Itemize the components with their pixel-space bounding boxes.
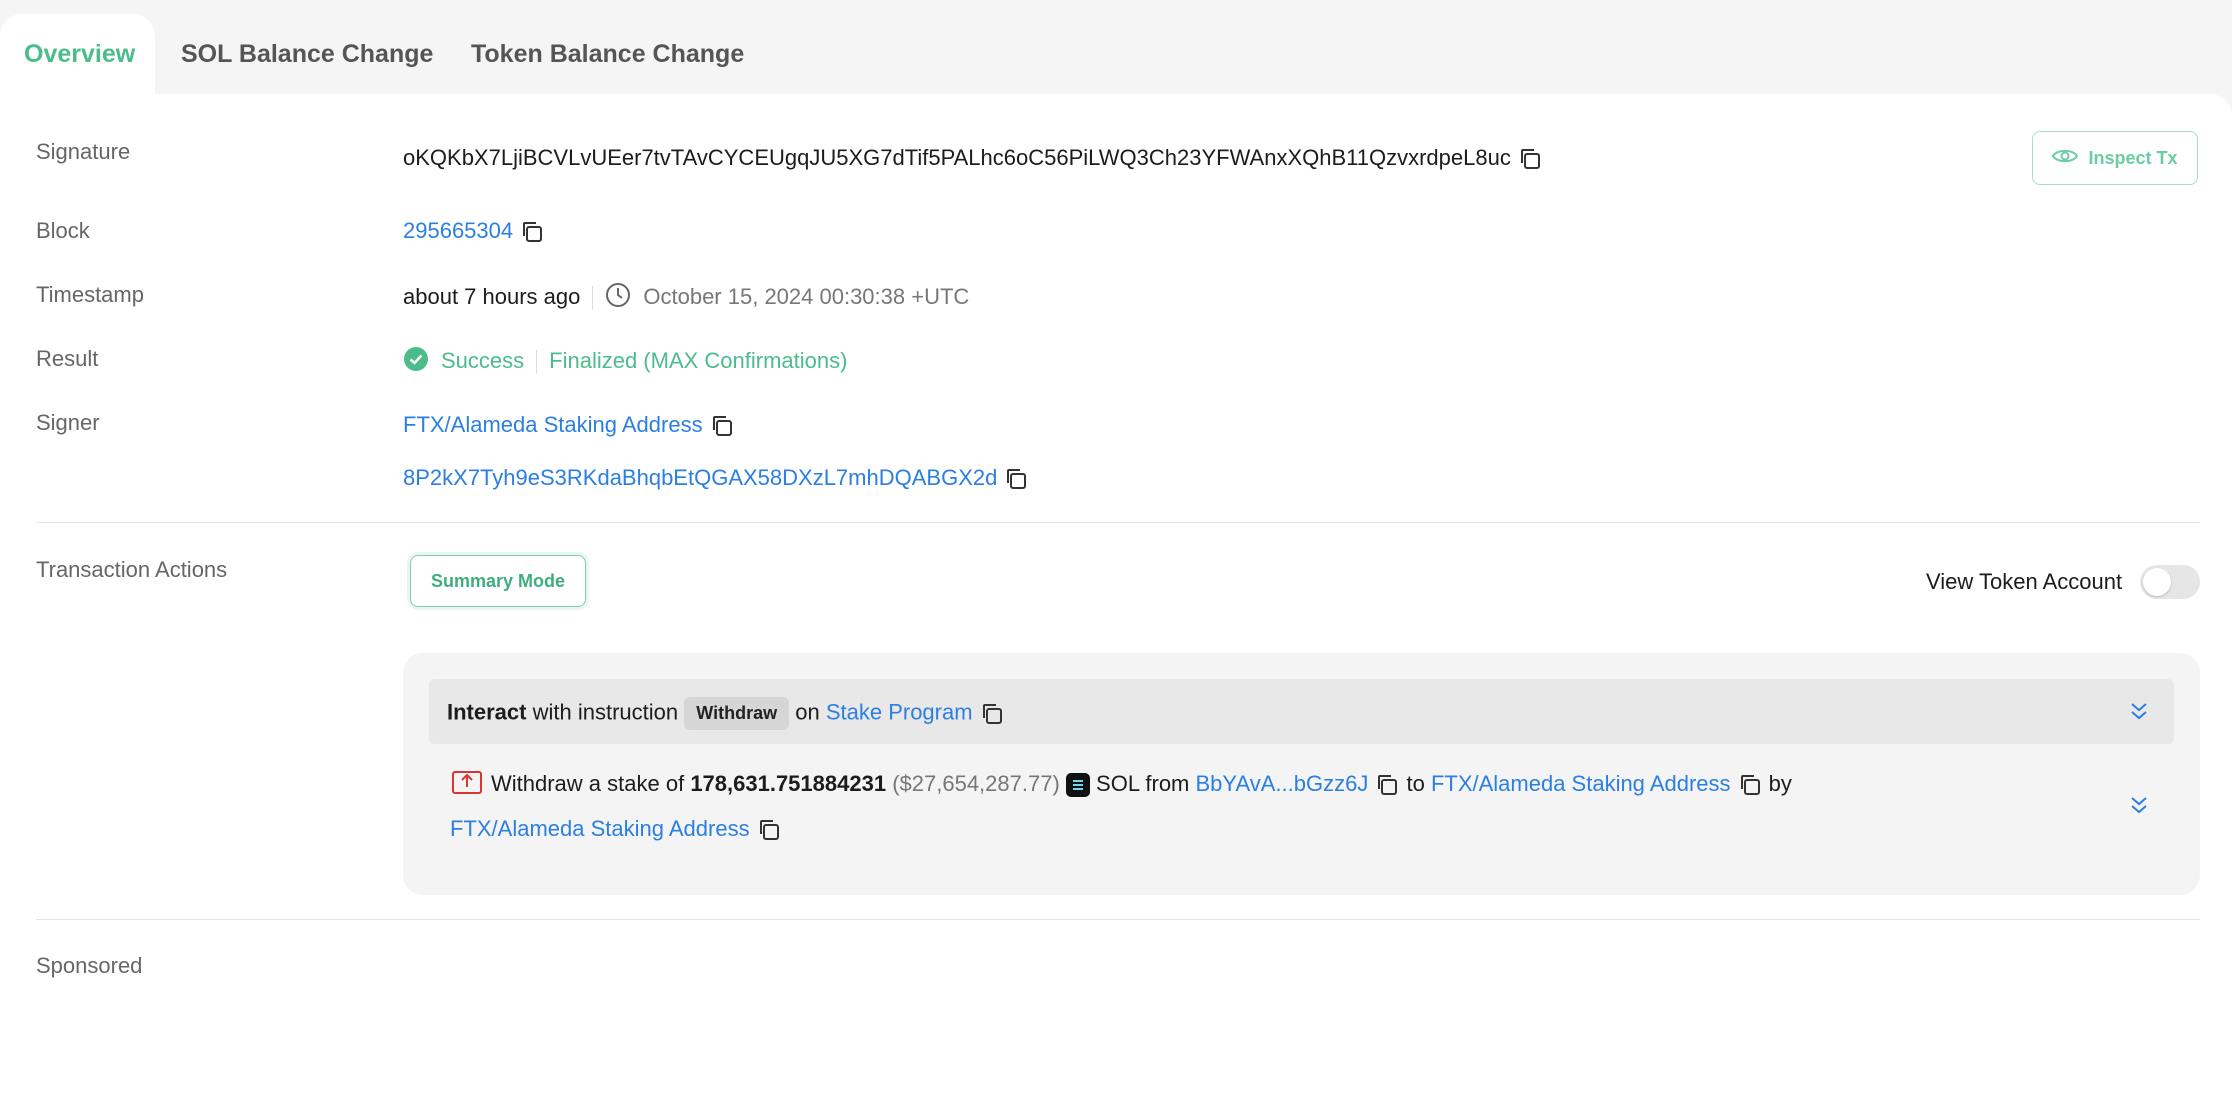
from-text: from [1145, 770, 1190, 796]
divider [592, 286, 594, 310]
timestamp-absolute: October 15, 2024 00:30:38 +UTC [643, 283, 970, 309]
copy-icon[interactable] [1003, 466, 1029, 492]
to-account-link[interactable]: FTX/Alameda Staking Address [1431, 771, 1731, 796]
instruction-badge: Withdraw [684, 697, 790, 730]
result-label: Result [36, 346, 99, 371]
withdraw-usd: ($27,654,287.77) [892, 770, 1060, 796]
check-circle-icon [403, 346, 429, 378]
withdraw-upload-icon [451, 769, 483, 801]
by-text: by [1768, 770, 1792, 796]
tab-sol-balance-change[interactable]: SOL Balance Change [157, 14, 457, 94]
copy-icon[interactable] [519, 219, 545, 245]
signer-address-link[interactable]: 8P2kX7Tyh9eS3RKdaBhqbEtQGAX58DXzL7mhDQAB… [403, 465, 997, 490]
summary-mode-button[interactable]: Summary Mode [410, 555, 586, 607]
result-status: Success [441, 347, 525, 373]
signer-name-row: FTX/Alameda Staking Address [403, 412, 735, 439]
timestamp-row: about 7 hours ago October 15, 2024 00:30:… [403, 282, 969, 314]
copy-icon[interactable] [979, 701, 1005, 727]
section-divider [36, 522, 2200, 523]
interact-word: Interact [447, 699, 527, 725]
instruction-header[interactable]: Interact with instruction Withdraw on St… [429, 679, 2174, 744]
signer-name-link[interactable]: FTX/Alameda Staking Address [403, 412, 703, 437]
tab-token-balance-change[interactable]: Token Balance Change [447, 14, 768, 94]
to-text: to [1406, 770, 1425, 796]
copy-icon[interactable] [1517, 146, 1543, 172]
view-token-account-toggle[interactable] [2140, 565, 2200, 599]
instruction-text: Interact with instruction Withdraw on St… [447, 697, 1005, 730]
view-token-account-label: View Token Account [1926, 569, 2123, 594]
by-account-link[interactable]: FTX/Alameda Staking Address [450, 816, 750, 841]
timestamp-relative: about 7 hours ago [403, 283, 581, 309]
token-symbol: SOL [1096, 770, 1140, 796]
chevron-double-down-icon[interactable] [2130, 701, 2148, 726]
stake-program-link[interactable]: Stake Program [826, 699, 973, 724]
chevron-double-down-icon[interactable] [2130, 795, 2148, 820]
inspect-tx-button[interactable]: Inspect Tx [2032, 131, 2198, 185]
timestamp-label: Timestamp [36, 282, 144, 307]
signer-address-row: 8P2kX7Tyh9eS3RKdaBhqbEtQGAX58DXzL7mhDQAB… [403, 465, 1029, 492]
block-link[interactable]: 295665304 [403, 218, 513, 243]
section-divider [36, 919, 2200, 920]
toggle-knob [2143, 568, 2171, 596]
from-account-link[interactable]: BbYAvA...bGzz6J [1196, 771, 1369, 796]
result-confirmation: Finalized (MAX Confirmations) [549, 347, 848, 373]
withdraw-amount: 178,631.751884231 [690, 770, 887, 796]
with-instruction-text: with instruction [532, 699, 679, 725]
divider [536, 350, 538, 374]
tab-overview[interactable]: Overview [0, 14, 155, 94]
signature-row: oKQKbX7LjiBCVLvUEer7tvTAvCYCEUgqJU5XG7dT… [403, 145, 1543, 172]
withdraw-detail-line2: FTX/Alameda Staking Address [450, 816, 782, 843]
withdraw-prefix: Withdraw a stake of [491, 770, 685, 796]
actions-box: Interact with instruction Withdraw on St… [403, 653, 2200, 895]
eye-icon [2052, 147, 2079, 170]
inspect-tx-label: Inspect Tx [2088, 147, 2178, 168]
clock-icon [605, 282, 631, 314]
overview-panel [0, 94, 2232, 1110]
result-row: Success Finalized (MAX Confirmations) [403, 346, 847, 378]
signature-value: oKQKbX7LjiBCVLvUEer7tvTAvCYCEUgqJU5XG7dT… [403, 145, 1511, 170]
withdraw-detail-line1: Withdraw a stake of 178,631.751884231 ($… [451, 769, 1792, 801]
copy-icon[interactable] [709, 413, 735, 439]
copy-icon[interactable] [1374, 772, 1400, 798]
signature-label: Signature [36, 139, 131, 164]
sponsored-label: Sponsored [36, 953, 143, 978]
copy-icon[interactable] [756, 817, 782, 843]
tab-bar: Overview SOL Balance Change Token Balanc… [0, 14, 900, 94]
copy-icon[interactable] [1737, 772, 1763, 798]
block-row: 295665304 [403, 218, 545, 245]
on-text: on [795, 699, 820, 725]
transaction-actions-label: Transaction Actions [36, 557, 228, 582]
block-label: Block [36, 218, 90, 243]
sol-token-icon [1065, 773, 1090, 797]
signer-label: Signer [36, 410, 100, 435]
